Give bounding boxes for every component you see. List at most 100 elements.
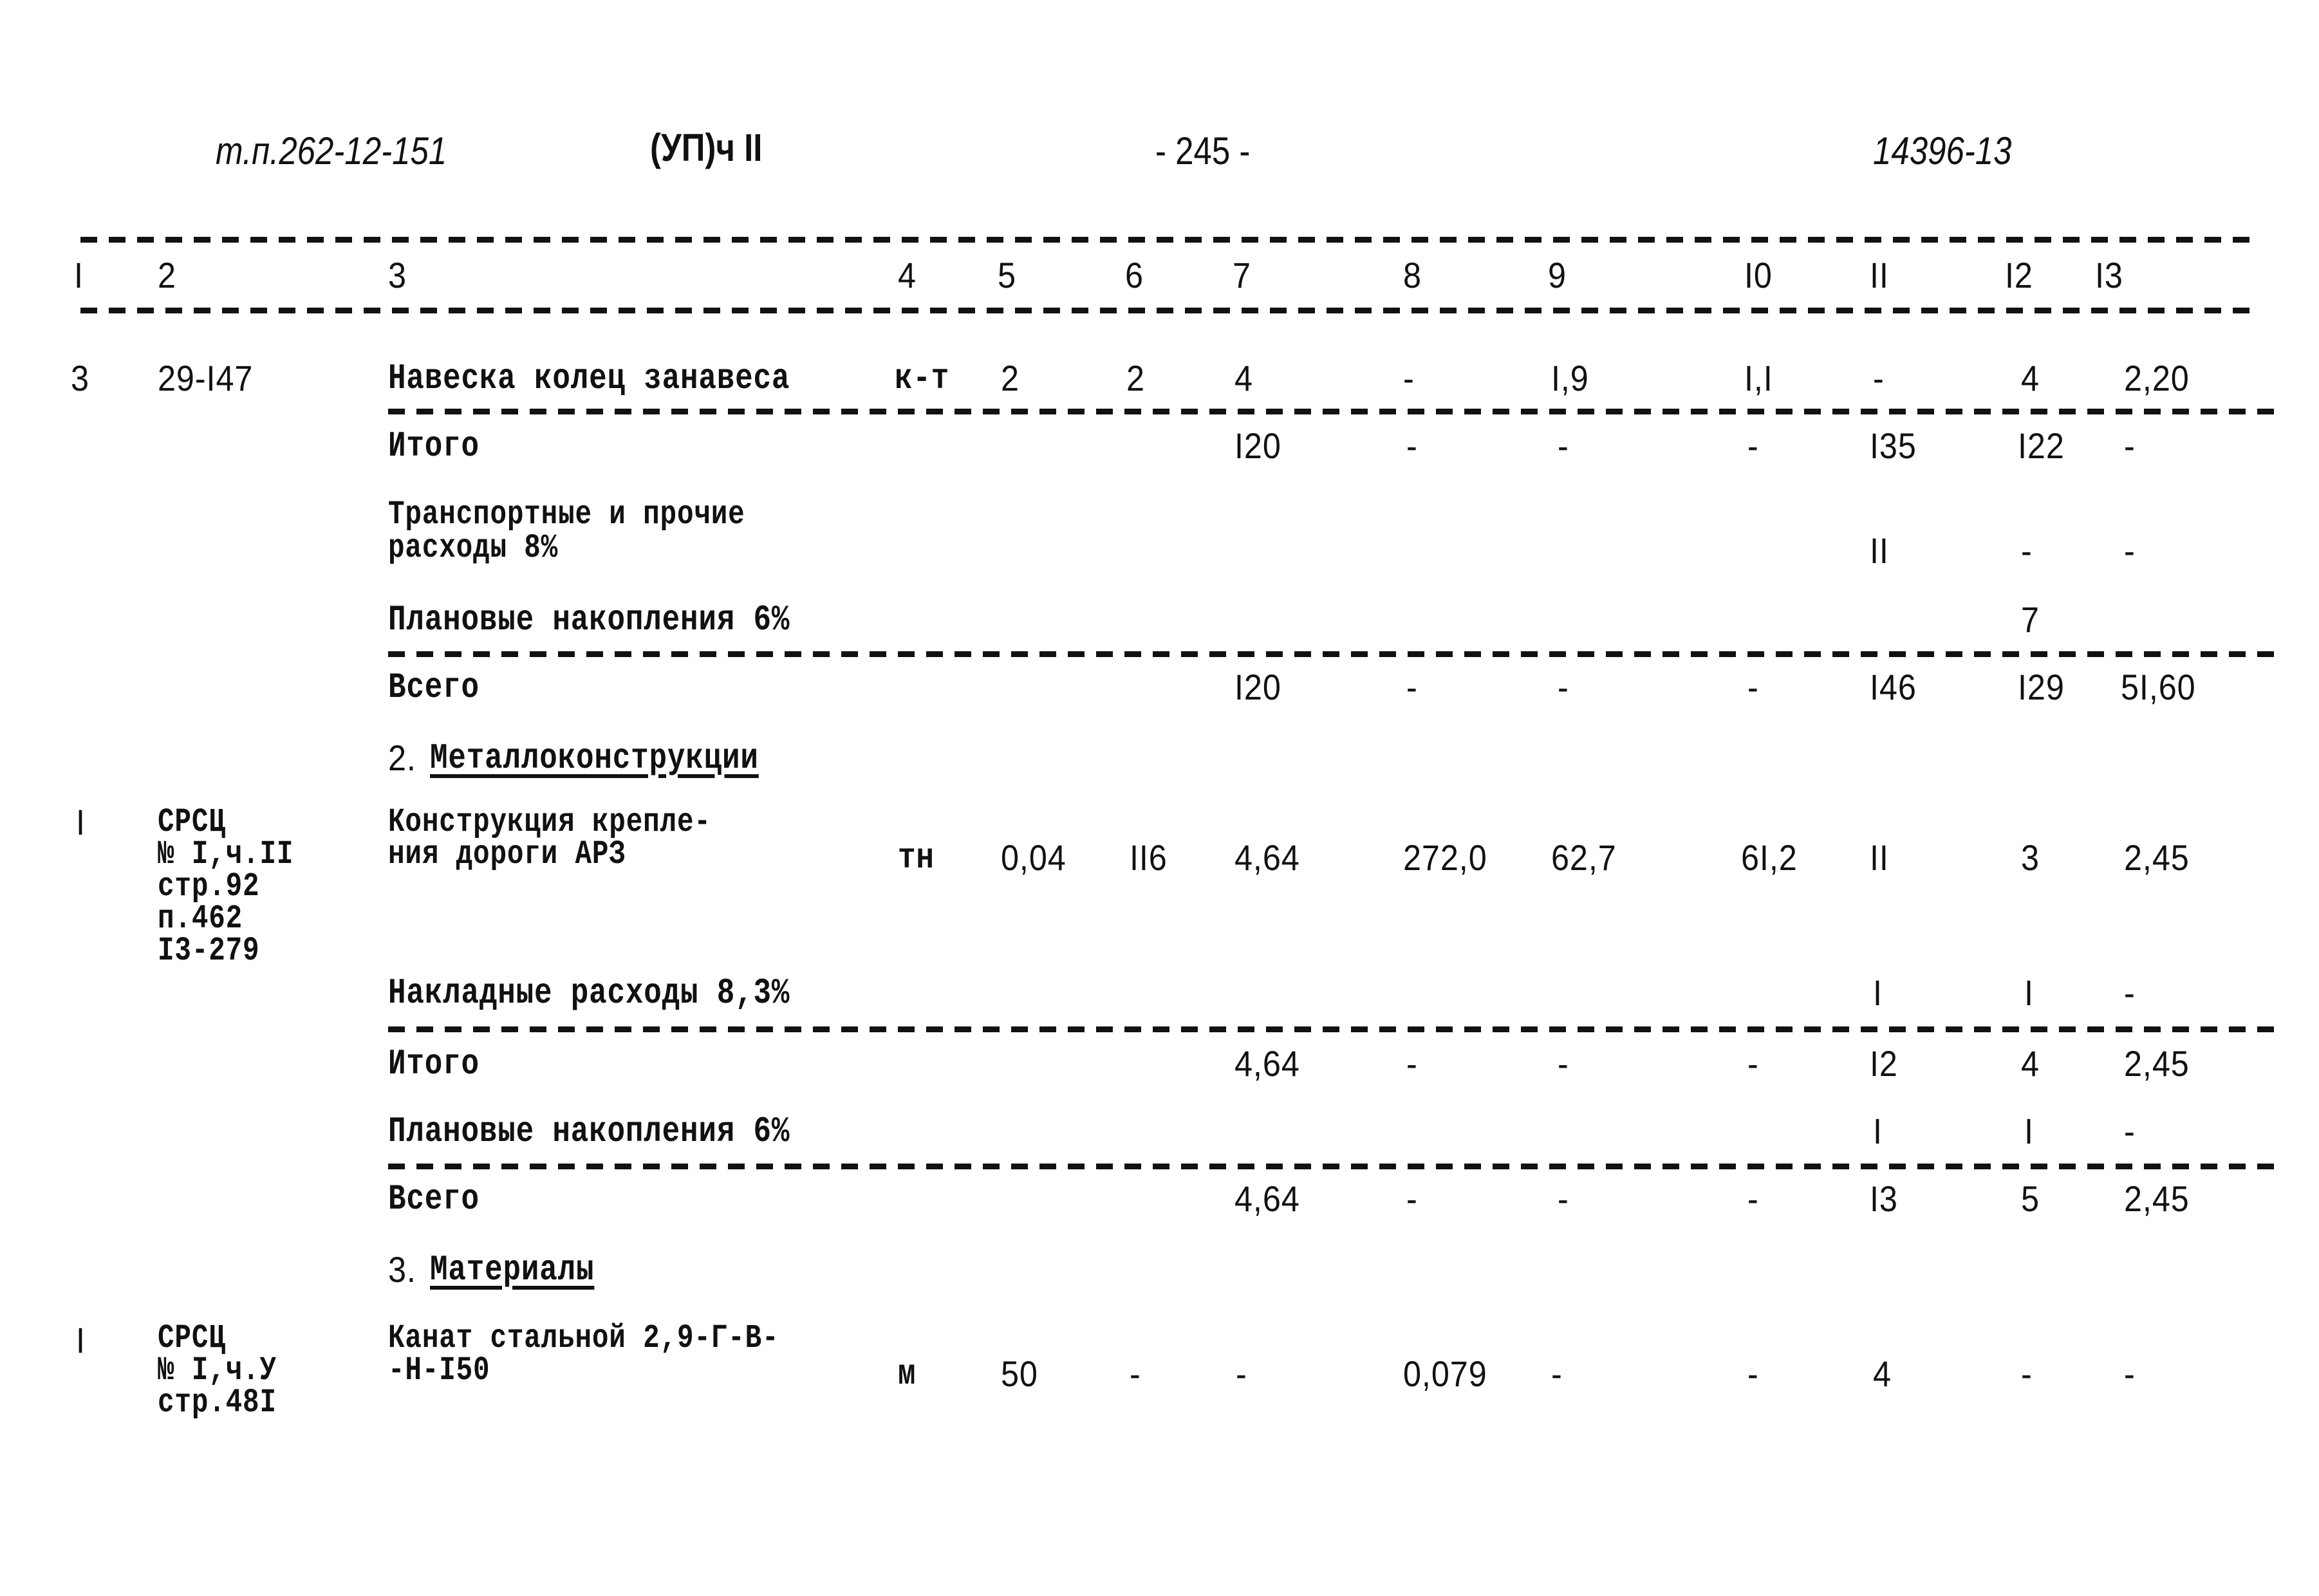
row-rule — [388, 1026, 2274, 1032]
cell: 4 — [1873, 1353, 1892, 1394]
cell: расходы 8% — [388, 529, 559, 567]
column-header: 3 — [388, 255, 407, 295]
cell: СРСЦ — [158, 1319, 226, 1357]
cell: I — [2024, 1111, 2034, 1151]
column-header: 9 — [1548, 255, 1567, 295]
cell: 6I,2 — [1741, 837, 1798, 878]
cell: 4 — [2021, 1043, 2040, 1084]
cell: 2,20 — [2124, 358, 2190, 398]
cell: I20 — [1234, 667, 1281, 707]
cell: I20 — [1234, 425, 1281, 466]
cell: Плановые накопления 6% — [388, 599, 790, 640]
cell: I3-279 — [158, 932, 260, 970]
cell: 4,64 — [1234, 1043, 1300, 1084]
cell: I — [76, 802, 86, 842]
volume-mark: (УП)ч II — [650, 126, 763, 169]
cell: 29-I47 — [158, 358, 254, 398]
cell: 4,64 — [1234, 837, 1300, 878]
page-number: - 245 - — [1155, 129, 1251, 172]
cell: I2 — [1870, 1043, 1898, 1084]
cell: 3 — [71, 358, 89, 398]
cell: - — [2124, 972, 2136, 1013]
section-title: Материалы — [430, 1249, 595, 1290]
cell: II — [1870, 530, 1889, 571]
column-header: 7 — [1233, 255, 1251, 295]
cell: - — [1130, 1353, 1141, 1394]
column-header: 4 — [898, 255, 917, 295]
cell: 2,45 — [2124, 1043, 2190, 1084]
cell: 0,04 — [1001, 837, 1066, 878]
row-rule — [388, 409, 2274, 414]
cell: 62,7 — [1551, 837, 1617, 878]
cell: к-т — [895, 358, 950, 399]
cell: - — [2021, 530, 2033, 571]
section-number: 3. — [388, 1249, 416, 1290]
cell: Итого — [388, 1043, 480, 1084]
cell: м — [898, 1353, 917, 1395]
cell: I,9 — [1551, 358, 1589, 398]
cell: 5 — [2021, 1178, 2040, 1219]
column-header: I2 — [2005, 255, 2033, 295]
cell: Конструкция крепле- — [388, 803, 711, 841]
column-header: I — [74, 255, 84, 295]
section-title: Металлоконструкции — [430, 738, 759, 779]
cell: I3 — [1870, 1178, 1898, 1219]
document-code: т.п.262-12-151 — [216, 129, 447, 172]
cell: 272,0 — [1403, 837, 1487, 878]
column-header: 5 — [998, 255, 1016, 295]
cell: Канат стальной 2,9-Г-В- — [388, 1319, 779, 1357]
cell: I35 — [1870, 425, 1917, 466]
column-header: II — [1870, 255, 1889, 295]
cell: I — [1873, 972, 1883, 1013]
cell: - — [1236, 1353, 1247, 1394]
cell: 3 — [2021, 837, 2040, 878]
cell: тн — [898, 837, 935, 878]
cell: № I,ч.II — [158, 835, 294, 873]
cell: - — [2124, 530, 2136, 571]
cell: - — [1406, 1043, 1418, 1084]
cell: стр.92 — [158, 868, 260, 905]
header-top-rule — [80, 237, 2256, 243]
cell: - — [1558, 667, 1569, 707]
cell: Транспортные и прочие — [388, 496, 745, 534]
cell: СРСЦ — [158, 803, 226, 841]
column-header: 2 — [158, 255, 176, 295]
cell: I29 — [2018, 667, 2065, 707]
cell: I22 — [2018, 425, 2065, 466]
header-bottom-rule — [80, 308, 2256, 313]
cell: 50 — [1001, 1353, 1038, 1394]
cell: п.462 — [158, 900, 243, 938]
cell: - — [1558, 1043, 1569, 1084]
cell: - — [1747, 1353, 1759, 1394]
cell: - — [2124, 425, 2136, 466]
cell: - — [1873, 358, 1885, 398]
cell: Накладные расходы 8,3% — [388, 972, 790, 1014]
cell: - — [1551, 1353, 1563, 1394]
cell: I,I — [1744, 358, 1773, 398]
cell: 4 — [2021, 358, 2040, 398]
cell: II6 — [1130, 837, 1168, 878]
cell: 4 — [1234, 358, 1253, 398]
cell: -Н-I50 — [388, 1351, 490, 1389]
cell: Всего — [388, 667, 480, 708]
cell: - — [2124, 1111, 2136, 1151]
section-number: 2. — [388, 738, 416, 778]
cell: 4,64 — [1234, 1178, 1300, 1219]
cell: I — [1873, 1111, 1883, 1151]
cell: 0,079 — [1403, 1353, 1487, 1394]
cell: 2 — [1126, 358, 1145, 398]
cell: стр.48I — [158, 1384, 277, 1422]
cell: I — [76, 1320, 86, 1360]
cell: 7 — [2021, 599, 2040, 640]
cell: 5I,60 — [2121, 667, 2196, 707]
column-header: I3 — [2095, 255, 2123, 295]
cell: - — [1747, 425, 1759, 466]
cell: - — [1406, 1178, 1418, 1219]
cell: - — [2124, 1353, 2136, 1394]
cell: Навеска колец занавеса — [388, 358, 790, 399]
cell: - — [1558, 425, 1569, 466]
archive-number: 14396-13 — [1873, 129, 2012, 172]
cell: - — [1403, 358, 1415, 398]
cell: - — [1558, 1178, 1569, 1219]
cell: 2 — [1001, 358, 1020, 398]
